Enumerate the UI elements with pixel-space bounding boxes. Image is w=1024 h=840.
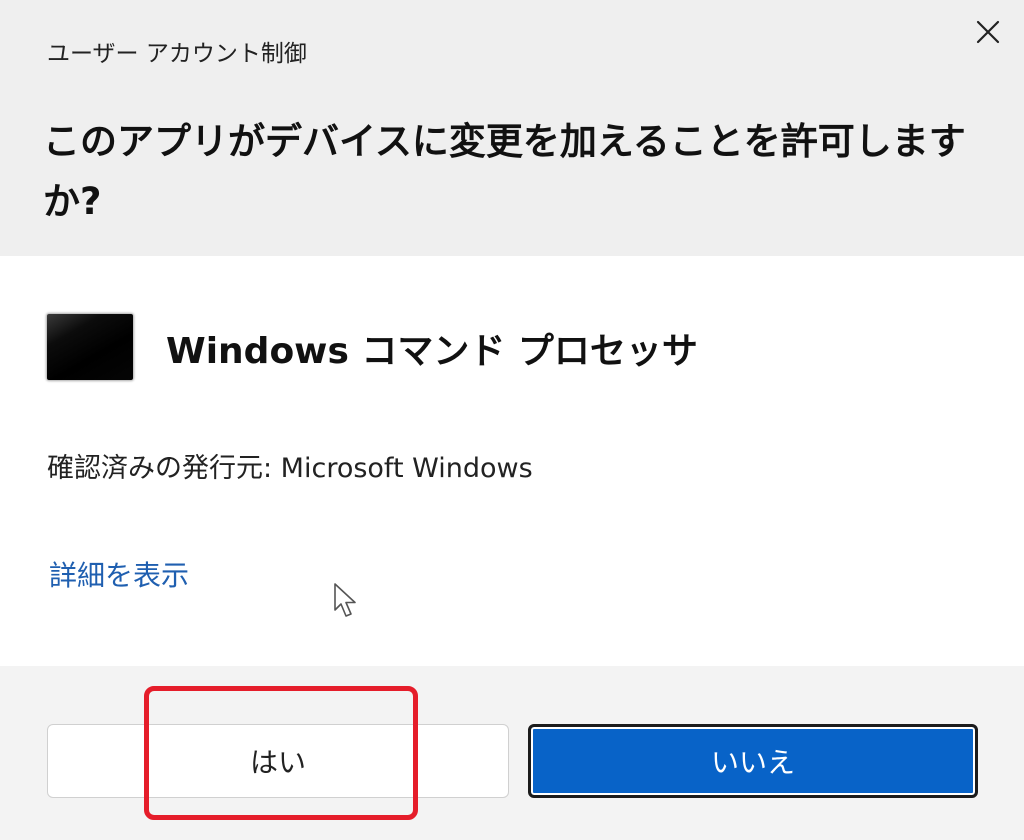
uac-dialog: ユーザー アカウント制御 このアプリがデバイスに変更を加えることを許可しますか?… — [0, 0, 1024, 840]
dialog-header: ユーザー アカウント制御 このアプリがデバイスに変更を加えることを許可しますか? — [0, 0, 1024, 256]
command-prompt-icon — [47, 314, 133, 380]
dialog-title: ユーザー アカウント制御 — [47, 41, 307, 67]
close-button[interactable] — [966, 10, 1010, 54]
yes-button[interactable]: はい — [47, 724, 509, 798]
show-details-link[interactable]: 詳細を表示 — [49, 554, 189, 594]
close-icon — [976, 20, 1000, 44]
verified-publisher: 確認済みの発行元: Microsoft Windows — [47, 453, 533, 484]
mouse-cursor-icon — [334, 583, 356, 617]
yes-button-label: はい — [249, 746, 306, 779]
permission-question: このアプリがデバイスに変更を加えることを許可しますか? — [43, 120, 966, 223]
app-name: Windows コマンド プロセッサ — [166, 331, 698, 372]
no-button[interactable]: いいえ — [528, 724, 978, 798]
no-button-label: いいえ — [710, 746, 795, 779]
